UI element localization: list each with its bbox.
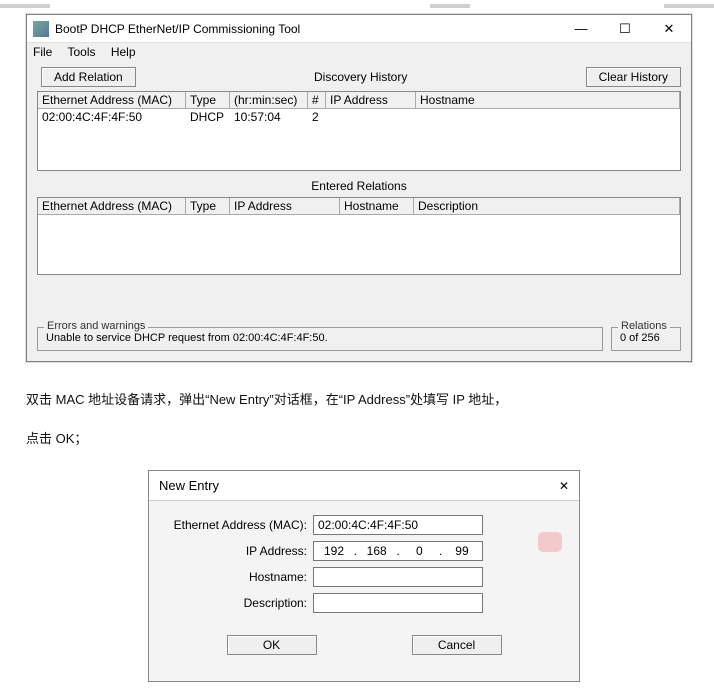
menu-help[interactable]: Help [111, 45, 136, 59]
rcol-desc[interactable]: Description [414, 198, 680, 214]
ip-octet-4[interactable]: 99 [448, 544, 476, 558]
ok-button[interactable]: OK [227, 635, 317, 655]
col-ip[interactable]: IP Address [326, 92, 416, 108]
maximize-button[interactable]: ☐ [603, 15, 647, 43]
close-button[interactable]: ✕ [647, 15, 691, 43]
cell-mac: 02:00:4C:4F:4F:50 [38, 109, 186, 125]
label-mac: Ethernet Address (MAC): [165, 518, 313, 532]
dialog-titlebar: New Entry ✕ [149, 471, 579, 501]
label-description: Description: [165, 596, 313, 610]
main-window: BootP DHCP EtherNet/IP Commissioning Too… [26, 14, 692, 362]
instruction-p2: 点击 OK； [26, 427, 692, 452]
ip-address-field[interactable]: 192. 168. 0. 99 [313, 541, 483, 561]
col-host[interactable]: Hostname [416, 92, 680, 108]
errors-message: Unable to service DHCP request from 02:0… [46, 332, 594, 344]
mac-field[interactable] [313, 515, 483, 535]
page-top-decor [0, 0, 714, 10]
entered-relations-panel: Ethernet Address (MAC) Type IP Address H… [37, 197, 681, 275]
discovery-history-label: Discovery History [136, 70, 586, 84]
relations-header-row: Ethernet Address (MAC) Type IP Address H… [38, 198, 680, 215]
cell-ip [326, 109, 416, 125]
dialog-close-icon[interactable]: ✕ [559, 479, 569, 493]
watermark-icon [538, 532, 562, 552]
cell-num: 2 [308, 109, 326, 125]
errors-fieldset: Errors and warnings Unable to service DH… [37, 327, 603, 351]
instruction-p1: 双击 MAC 地址设备请求，弹出“New Entry”对话框，在“IP Addr… [26, 388, 692, 413]
dialog-title: New Entry [159, 478, 559, 493]
rcol-type[interactable]: Type [186, 198, 230, 214]
cell-host [416, 109, 680, 125]
hostname-field[interactable] [313, 567, 483, 587]
description-field[interactable] [313, 593, 483, 613]
rcol-mac[interactable]: Ethernet Address (MAC) [38, 198, 186, 214]
errors-legend: Errors and warnings [44, 320, 148, 332]
relations-fieldset: Relations 0 of 256 [611, 327, 681, 351]
label-ip: IP Address: [165, 544, 313, 558]
status-row: Errors and warnings Unable to service DH… [27, 323, 691, 357]
add-relation-button[interactable]: Add Relation [41, 67, 136, 87]
entered-relations-label: Entered Relations [27, 173, 691, 195]
cell-type: DHCP [186, 109, 230, 125]
label-hostname: Hostname: [165, 570, 313, 584]
new-entry-dialog: New Entry ✕ Ethernet Address (MAC): IP A… [148, 470, 580, 682]
menu-tools[interactable]: Tools [67, 45, 95, 59]
instruction-text: 双击 MAC 地址设备请求，弹出“New Entry”对话框，在“IP Addr… [26, 388, 692, 465]
discovery-history-panel: Ethernet Address (MAC) Type (hr:min:sec)… [37, 91, 681, 171]
app-icon [33, 21, 49, 37]
col-type[interactable]: Type [186, 92, 230, 108]
titlebar: BootP DHCP EtherNet/IP Commissioning Too… [27, 15, 691, 43]
minimize-button[interactable]: — [559, 15, 603, 43]
relations-legend: Relations [618, 320, 670, 332]
ip-octet-2[interactable]: 168 [363, 544, 391, 558]
discovery-header-row: Ethernet Address (MAC) Type (hr:min:sec)… [38, 92, 680, 109]
dialog-buttons: OK Cancel [149, 627, 579, 663]
rcol-host[interactable]: Hostname [340, 198, 414, 214]
window-title: BootP DHCP EtherNet/IP Commissioning Too… [55, 22, 559, 36]
cell-hms: 10:57:04 [230, 109, 308, 125]
toolbar-discovery: Add Relation Discovery History Clear His… [27, 63, 691, 89]
rcol-ip[interactable]: IP Address [230, 198, 340, 214]
discovery-row[interactable]: 02:00:4C:4F:4F:50 DHCP 10:57:04 2 [38, 109, 680, 125]
col-num[interactable]: # [308, 92, 326, 108]
ip-octet-3[interactable]: 0 [405, 544, 433, 558]
menubar: File Tools Help [27, 43, 691, 63]
relations-count: 0 of 256 [620, 332, 672, 344]
menu-file[interactable]: File [33, 45, 52, 59]
dialog-body: Ethernet Address (MAC): IP Address: 192.… [149, 501, 579, 627]
col-hms[interactable]: (hr:min:sec) [230, 92, 308, 108]
col-mac[interactable]: Ethernet Address (MAC) [38, 92, 186, 108]
clear-history-button[interactable]: Clear History [586, 67, 681, 87]
ip-octet-1[interactable]: 192 [320, 544, 348, 558]
cancel-button[interactable]: Cancel [412, 635, 502, 655]
